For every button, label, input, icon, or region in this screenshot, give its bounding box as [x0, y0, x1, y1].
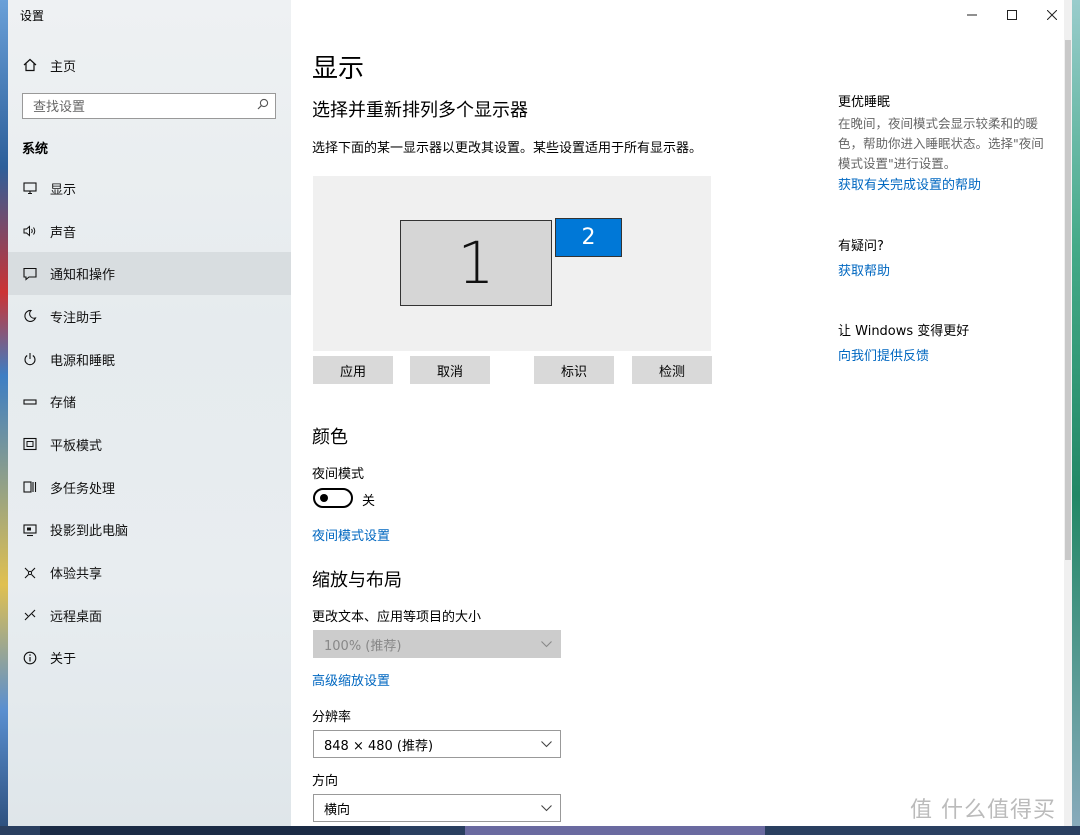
- sidebar: 设置 主页 系统 显示 声音 通知和操作: [8, 0, 291, 826]
- settings-window: 设置 主页 系统 显示 声音 通知和操作: [8, 0, 1072, 826]
- night-mode-label: 夜间模式: [312, 467, 365, 482]
- question-heading: 有疑问?: [838, 239, 884, 254]
- sidebar-item-label: 体验共享: [50, 567, 103, 583]
- sleep-text: 在晚间，夜间模式会显示较柔和的暖色，帮助你进入睡眠状态。选择"夜间模式设置"进行…: [838, 116, 1044, 171]
- desktop-window-behind: [40, 826, 390, 835]
- desktop-background-left: [0, 0, 8, 835]
- scale-size-value: 100% (推荐): [324, 638, 402, 654]
- desktop-window-behind: [465, 826, 765, 835]
- moon-icon: [22, 308, 38, 324]
- sidebar-nav: 显示 声音 通知和操作 专注助手 电源和睡眠 存储 平板模式 多任务处理 投影到…: [8, 167, 291, 679]
- sidebar-home[interactable]: 主页: [8, 50, 291, 80]
- color-heading: 颜色: [312, 427, 348, 448]
- detect-button[interactable]: 检测: [632, 356, 712, 384]
- storage-icon: [22, 394, 38, 410]
- resolution-value: 848 × 480 (推荐): [324, 738, 434, 754]
- apply-button[interactable]: 应用: [313, 356, 393, 384]
- night-mode-toggle[interactable]: [313, 488, 353, 508]
- scale-size-dropdown[interactable]: 100% (推荐): [313, 630, 561, 658]
- sleep-help-link[interactable]: 获取有关完成设置的帮助: [838, 174, 981, 193]
- chevron-down-icon: [540, 638, 552, 650]
- maximize-button[interactable]: [992, 0, 1032, 30]
- sidebar-item-label: 存储: [50, 396, 77, 412]
- monitor-2[interactable]: 2: [555, 218, 622, 257]
- power-icon: [22, 351, 38, 367]
- maximize-icon: [1007, 10, 1017, 20]
- sidebar-item-label: 关于: [50, 652, 77, 668]
- orientation-label: 方向: [312, 774, 339, 789]
- scale-size-label: 更改文本、应用等项目的大小: [312, 610, 482, 625]
- sidebar-item-label: 多任务处理: [50, 481, 116, 497]
- close-icon: [1047, 10, 1057, 20]
- page-title: 显示: [312, 54, 365, 84]
- sleep-heading: 更优睡眠: [838, 95, 891, 110]
- orientation-value: 横向: [324, 802, 351, 818]
- feedback-heading: 让 Windows 变得更好: [838, 324, 970, 339]
- sidebar-item-multitasking[interactable]: 多任务处理: [8, 466, 291, 509]
- search-input[interactable]: [31, 95, 255, 119]
- search-box[interactable]: [22, 93, 276, 119]
- get-help-link[interactable]: 获取帮助: [838, 260, 890, 279]
- chevron-down-icon: [540, 802, 552, 814]
- message-icon: [22, 266, 38, 282]
- sidebar-item-sound[interactable]: 声音: [8, 210, 291, 253]
- arrange-heading: 选择并重新排列多个显示器: [312, 100, 528, 121]
- sidebar-item-label: 平板模式: [50, 438, 103, 454]
- monitor-1[interactable]: 1: [400, 220, 552, 306]
- sidebar-item-focus-assist[interactable]: 专注助手: [8, 295, 291, 338]
- desktop-background-right: [1072, 0, 1080, 826]
- resolution-dropdown[interactable]: 848 × 480 (推荐): [313, 730, 561, 758]
- cancel-button[interactable]: 取消: [410, 356, 490, 384]
- sidebar-item-about[interactable]: 关于: [8, 637, 291, 680]
- night-mode-settings-link[interactable]: 夜间模式设置: [312, 525, 390, 544]
- sidebar-item-label: 远程桌面: [50, 609, 103, 625]
- monitor-icon: [22, 180, 38, 196]
- share-icon: [22, 565, 38, 581]
- main-content: 显示 选择并重新排列多个显示器 选择下面的某一显示器以更改其设置。某些设置适用于…: [291, 0, 811, 826]
- home-icon: [22, 57, 38, 73]
- sidebar-item-project[interactable]: 投影到此电脑: [8, 509, 291, 552]
- resolution-label: 分辨率: [312, 710, 352, 725]
- sidebar-item-label: 投影到此电脑: [50, 524, 129, 540]
- sidebar-item-label: 显示: [50, 182, 77, 198]
- sidebar-home-label: 主页: [50, 59, 77, 75]
- sidebar-item-shared-experiences[interactable]: 体验共享: [8, 551, 291, 594]
- sidebar-item-display[interactable]: 显示: [8, 167, 291, 210]
- sidebar-item-label: 专注助手: [50, 310, 103, 326]
- multitask-icon: [22, 479, 38, 495]
- window-title: 设置: [20, 9, 45, 23]
- scrollbar-thumb[interactable]: [1065, 40, 1071, 560]
- project-icon: [22, 522, 38, 538]
- speaker-icon: [22, 223, 38, 239]
- search-icon[interactable]: [257, 98, 269, 114]
- feedback-link[interactable]: 向我们提供反馈: [838, 345, 929, 364]
- remote-icon: [22, 607, 38, 623]
- monitor-arrangement: 1 2: [313, 176, 711, 351]
- info-icon: [22, 650, 38, 666]
- sidebar-item-label: 通知和操作: [50, 268, 116, 284]
- sidebar-item-storage[interactable]: 存储: [8, 380, 291, 423]
- sidebar-item-label: 声音: [50, 225, 77, 241]
- minimize-button[interactable]: [952, 0, 992, 30]
- night-mode-state: 关: [362, 494, 376, 509]
- toggle-knob: [320, 494, 328, 502]
- sidebar-item-tablet-mode[interactable]: 平板模式: [8, 423, 291, 466]
- sidebar-item-label: 电源和睡眠: [50, 353, 116, 369]
- arrange-description: 选择下面的某一显示器以更改其设置。某些设置适用于所有显示器。: [312, 141, 703, 156]
- orientation-dropdown[interactable]: 横向: [313, 794, 561, 822]
- minimize-icon: [967, 14, 977, 16]
- sidebar-item-remote-desktop[interactable]: 远程桌面: [8, 594, 291, 637]
- scrollbar[interactable]: [1064, 0, 1072, 826]
- sidebar-item-power-sleep[interactable]: 电源和睡眠: [8, 338, 291, 381]
- sidebar-item-notifications[interactable]: 通知和操作: [8, 252, 291, 296]
- sidebar-section-heading: 系统: [22, 142, 49, 157]
- advanced-scaling-link[interactable]: 高级缩放设置: [312, 670, 390, 689]
- identify-button[interactable]: 标识: [534, 356, 614, 384]
- scale-heading: 缩放与布局: [312, 570, 402, 591]
- tablet-icon: [22, 436, 38, 452]
- chevron-down-icon: [540, 738, 552, 750]
- watermark: 值 什么值得买: [910, 798, 1056, 823]
- desktop-taskbar-sliver: [0, 826, 1080, 835]
